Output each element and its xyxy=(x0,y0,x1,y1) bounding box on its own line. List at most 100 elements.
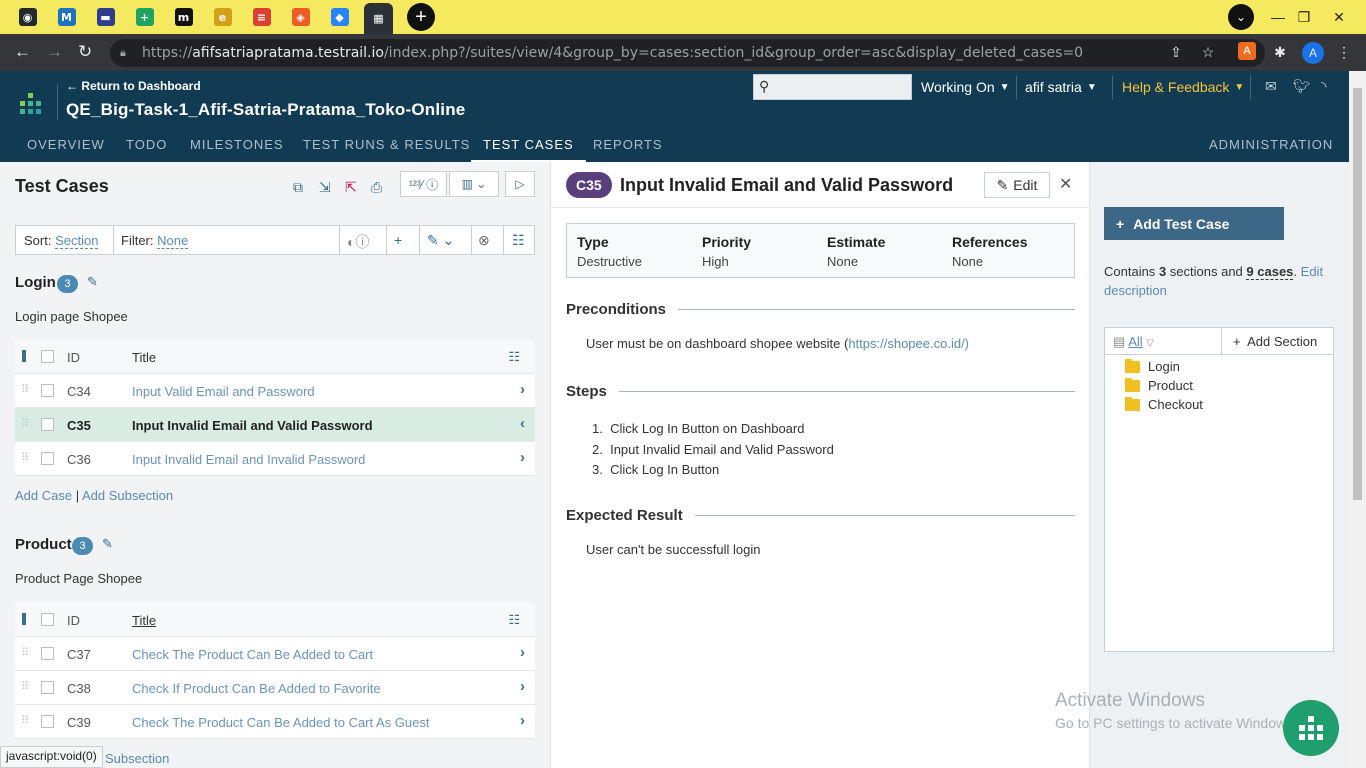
minimize-button[interactable]: — xyxy=(1266,0,1290,34)
shopee-link[interactable]: https://shopee.co.id/) xyxy=(848,336,969,351)
scrollbar-thumb[interactable] xyxy=(1353,88,1362,500)
row-checkbox[interactable] xyxy=(41,715,54,728)
chevron-right-icon[interactable]: › xyxy=(520,449,525,466)
sort-value-link[interactable]: Section xyxy=(55,233,99,249)
case-title-link[interactable]: Check If Product Can Be Added to Favorit… xyxy=(132,681,381,696)
sort-control[interactable]: Sort: Section xyxy=(24,233,99,249)
search-input[interactable]: ⚲ xyxy=(753,74,912,100)
chevron-right-icon[interactable]: › xyxy=(520,381,525,398)
forward-icon[interactable]: → xyxy=(46,43,63,60)
all-filter-dropdown[interactable]: ▤ All ▽ xyxy=(1113,334,1154,350)
case-title-link[interactable]: Input Invalid Email and Invalid Password xyxy=(132,452,365,467)
browser-tab[interactable]: ◈ xyxy=(286,3,315,31)
browser-menu-icon[interactable]: ⋮ xyxy=(1334,42,1354,62)
case-count-help-button[interactable]: ¹²³⁄ ⓘ xyxy=(400,171,447,197)
reload-icon[interactable]: ↻ xyxy=(78,43,92,60)
chevron-right-icon[interactable]: › xyxy=(520,712,525,729)
chevron-right-icon[interactable]: › xyxy=(520,678,525,695)
row-checkbox[interactable] xyxy=(41,418,54,431)
case-title-link[interactable]: Input Invalid Email and Valid Password xyxy=(132,418,373,433)
drag-handle-icon[interactable]: ⠿ xyxy=(21,383,29,396)
tree-item-checkout[interactable]: Checkout xyxy=(1125,396,1203,412)
return-to-dashboard-link[interactable]: ← Return to Dashboard xyxy=(66,79,201,93)
browser-tab[interactable]: e xyxy=(208,3,237,31)
table-row-selected[interactable]: ⠿ C35 Input Invalid Email and Valid Pass… xyxy=(15,408,535,442)
tree-item-product[interactable]: Product xyxy=(1125,377,1193,393)
col-title-header[interactable]: Title xyxy=(132,613,156,628)
table-row[interactable]: ⠿ C39 Check The Product Can Be Added to … xyxy=(15,705,535,739)
back-icon[interactable]: ← xyxy=(14,43,31,60)
drag-handle-icon[interactable]: ⠿ xyxy=(21,646,29,659)
edit-dropdown-icon[interactable]: ✎ ⌄ xyxy=(427,232,454,249)
select-all-checkbox[interactable] xyxy=(41,613,54,626)
tab-milestones[interactable]: MILESTONES xyxy=(190,137,284,152)
add-subsection-link[interactable]: Add Subsection xyxy=(82,488,173,503)
browser-tab[interactable]: + xyxy=(130,3,159,31)
drag-handle-icon[interactable]: ⠿ xyxy=(21,417,29,430)
new-tab-button[interactable]: + xyxy=(407,3,435,31)
edit-pencil-icon[interactable]: ✎ xyxy=(87,274,98,290)
row-checkbox[interactable] xyxy=(41,681,54,694)
filter-control[interactable]: Filter: None xyxy=(121,233,189,249)
row-checkbox[interactable] xyxy=(41,647,54,660)
twitter-icon[interactable]: 🐦︎ xyxy=(1293,78,1311,95)
browser-tab[interactable]: m xyxy=(169,3,198,31)
tab-reports[interactable]: REPORTS xyxy=(593,137,663,152)
table-row[interactable]: ⠿ C34 Input Valid Email and Password › xyxy=(15,374,535,408)
share-icon[interactable]: ⇪ xyxy=(1166,42,1186,62)
user-menu[interactable]: afif satria ▼ xyxy=(1025,79,1097,95)
rss-icon[interactable]: ◝ xyxy=(1321,78,1326,95)
table-row[interactable]: ⠿ C37 Check The Product Can Be Added to … xyxy=(15,637,535,671)
tab-overview[interactable]: OVERVIEW xyxy=(27,137,105,152)
tree-item-login[interactable]: Login xyxy=(1125,358,1180,374)
import-icon[interactable]: ⇲ xyxy=(319,176,331,198)
tab-test-cases[interactable]: TEST CASES xyxy=(471,137,586,163)
copy-icon[interactable]: ⧉ xyxy=(293,176,303,198)
tab-search-button[interactable]: ⌄ xyxy=(1226,0,1256,34)
close-window-button[interactable]: ✕ xyxy=(1326,0,1352,34)
table-row[interactable]: ⠿ C36 Input Invalid Email and Invalid Pa… xyxy=(15,442,535,476)
case-title-link[interactable]: Check The Product Can Be Added to Cart xyxy=(132,647,373,662)
browser-tab[interactable]: M xyxy=(52,3,81,31)
tab-administration[interactable]: ADMINISTRATION xyxy=(1209,137,1333,152)
edit-pencil-icon[interactable]: ✎ xyxy=(102,536,113,552)
edit-button[interactable]: ✎ Edit xyxy=(984,172,1050,198)
print-icon[interactable]: ⎙ xyxy=(371,176,382,198)
browser-tab[interactable]: ▦ xyxy=(364,3,393,34)
page-scrollbar[interactable] xyxy=(1349,71,1366,768)
drag-handle-icon[interactable]: ⠿ xyxy=(21,714,29,727)
working-on-menu[interactable]: Working On ▼ xyxy=(921,79,1010,95)
table-row[interactable]: ⠿ C38 Check If Product Can Be Added to F… xyxy=(15,671,535,705)
tab-test-runs-results[interactable]: TEST RUNS & RESULTS xyxy=(303,137,470,152)
col-id-header[interactable]: ID xyxy=(67,613,80,628)
column-settings-icon[interactable]: ☷ xyxy=(508,349,520,365)
toggle-help-icon[interactable]: ◐ⓘ xyxy=(347,232,369,252)
column-settings-icon[interactable]: ☷ xyxy=(508,612,520,628)
extension-a-icon[interactable]: A xyxy=(1238,42,1256,60)
browser-tab[interactable]: ◆ xyxy=(325,3,354,31)
add-section-button[interactable]: + Add Section xyxy=(1233,334,1317,349)
browser-tab[interactable]: ▬ xyxy=(91,3,120,31)
add-test-case-button[interactable]: + Add Test Case xyxy=(1104,207,1284,240)
case-title-link[interactable]: Check The Product Can Be Added to Cart A… xyxy=(132,715,429,730)
help-feedback-menu[interactable]: Help & Feedback ▼ xyxy=(1122,79,1244,95)
testrail-logo-icon[interactable] xyxy=(20,93,42,115)
filter-value-link[interactable]: None xyxy=(157,233,189,249)
close-icon[interactable]: ✕ xyxy=(1059,174,1072,194)
add-subsection-link-partial[interactable]: Subsection xyxy=(105,751,169,766)
col-id-header[interactable]: ID xyxy=(67,350,80,365)
extensions-puzzle-icon[interactable]: ✱ xyxy=(1270,42,1290,62)
mail-icon[interactable]: ✉ xyxy=(1265,78,1277,95)
chevron-left-icon[interactable]: ‹ xyxy=(520,415,525,432)
browser-tab[interactable]: ◉ xyxy=(13,3,42,31)
chart-dropdown-button[interactable]: ▥ ⌄ xyxy=(449,171,499,197)
url-field[interactable]: 🔒︎ https://afifsatriapratama.testrail.io… xyxy=(110,39,1265,67)
row-checkbox[interactable] xyxy=(41,384,54,397)
clear-circle-icon[interactable]: ⊗ xyxy=(478,232,490,249)
bookmark-star-icon[interactable]: ☆ xyxy=(1198,42,1218,62)
case-title-link[interactable]: Input Valid Email and Password xyxy=(132,384,315,399)
play-icon[interactable]: ▷ xyxy=(505,171,535,197)
drag-handle-icon[interactable]: ⠿ xyxy=(21,451,29,464)
restore-button[interactable]: ❐ xyxy=(1292,0,1316,34)
columns-icon[interactable]: ☷ xyxy=(512,232,525,249)
